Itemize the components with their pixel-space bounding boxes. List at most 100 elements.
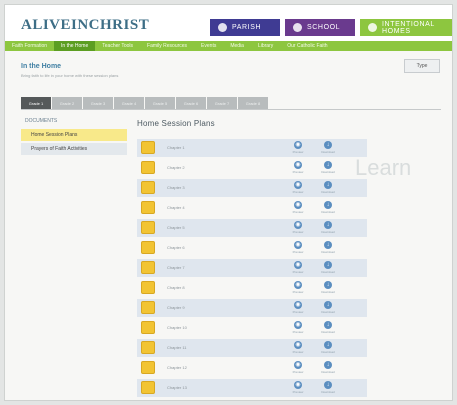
preview-button[interactable]: ◉ Preview — [287, 381, 309, 394]
chapter-label[interactable]: Chapter 7 — [167, 265, 185, 270]
download-button[interactable]: ↓ Download — [317, 301, 339, 314]
tab-grade-5[interactable]: Grade 5 — [145, 97, 175, 109]
chapter-thumbnail[interactable] — [141, 361, 155, 374]
download-button-label: Download — [321, 390, 335, 394]
chapter-thumbnail[interactable] — [141, 281, 155, 294]
nav-school[interactable]: School — [285, 19, 355, 36]
tab-grade-8[interactable]: Grade 8 — [238, 97, 268, 109]
subnav-item[interactable]: Family Resources — [140, 41, 194, 51]
chapter-list: Chapter 1 ◉ Preview ↓ Download Chapter 2 ◉ Prev… — [137, 139, 367, 400]
chapter-label[interactable]: Chapter 3 — [167, 185, 185, 190]
tab-grade-4[interactable]: Grade 4 — [114, 97, 144, 109]
download-button-label: Download — [321, 350, 335, 354]
download-button[interactable]: ↓ Download — [317, 321, 339, 334]
side-item-home-session-plans[interactable]: Home Session Plans — [21, 129, 127, 141]
chapter-label[interactable]: Chapter 2 — [167, 165, 185, 170]
download-button-label: Download — [321, 310, 335, 314]
download-icon: ↓ — [324, 321, 332, 329]
chapter-thumbnail[interactable] — [141, 161, 155, 174]
chapter-label[interactable]: Chapter 8 — [167, 285, 185, 290]
subnav-item[interactable]: Events — [194, 41, 223, 51]
preview-button[interactable]: ◉ Preview — [287, 181, 309, 194]
chapter-thumbnail[interactable] — [141, 181, 155, 194]
chapter-thumbnail[interactable] — [141, 341, 155, 354]
site-logo[interactable]: ALIVEINCHRIST — [21, 17, 149, 34]
subnav-item-active[interactable]: In the Home — [54, 41, 96, 51]
chapter-thumbnail[interactable] — [141, 241, 155, 254]
eye-icon: ◉ — [294, 281, 302, 289]
preview-button-label: Preview — [292, 210, 304, 214]
download-button-label: Download — [321, 230, 335, 234]
side-item-prayers-activities[interactable]: Prayers of Faith Activities — [21, 143, 127, 155]
download-button[interactable]: ↓ Download — [317, 241, 339, 254]
download-button[interactable]: ↓ Download — [317, 361, 339, 374]
nav-parish-label: Parish — [232, 24, 262, 31]
download-button[interactable]: ↓ Download — [317, 161, 339, 174]
preview-button[interactable]: ◉ Preview — [287, 341, 309, 354]
chapter-label[interactable]: Chapter 12 — [167, 365, 187, 370]
type-button[interactable]: Type — [404, 59, 440, 73]
nav-home[interactable]: Intentional Homes — [360, 19, 452, 36]
chapter-row: Chapter 3 ◉ Preview ↓ Download — [137, 179, 367, 197]
preview-button[interactable]: ◉ Preview — [287, 201, 309, 214]
preview-button[interactable]: ◉ Preview — [287, 241, 309, 254]
chapter-label[interactable]: Chapter 9 — [167, 305, 185, 310]
preview-button[interactable]: ◉ Preview — [287, 301, 309, 314]
subnav-item[interactable]: Faith Formation — [5, 41, 54, 51]
chapter-thumbnail[interactable] — [141, 141, 155, 154]
download-button[interactable]: ↓ Download — [317, 221, 339, 234]
chapter-thumbnail[interactable] — [141, 381, 155, 394]
preview-button[interactable]: ◉ Preview — [287, 141, 309, 154]
preview-button[interactable]: ◉ Preview — [287, 321, 309, 334]
chapter-label[interactable]: Chapter 4 — [167, 205, 185, 210]
chapter-row: Chapter 5 ◉ Preview ↓ Download — [137, 219, 367, 237]
page-title: In the Home — [21, 63, 62, 70]
download-icon: ↓ — [324, 301, 332, 309]
download-button[interactable]: ↓ Download — [317, 341, 339, 354]
chapter-thumbnail[interactable] — [141, 321, 155, 334]
eye-icon: ◉ — [294, 301, 302, 309]
eye-icon: ◉ — [294, 361, 302, 369]
download-button[interactable]: ↓ Download — [317, 141, 339, 154]
preview-button[interactable]: ◉ Preview — [287, 281, 309, 294]
chapter-thumbnail[interactable] — [141, 221, 155, 234]
chapter-thumbnail[interactable] — [141, 301, 155, 314]
subnav-item[interactable]: Media — [223, 41, 251, 51]
chapter-thumbnail[interactable] — [141, 201, 155, 214]
eye-icon: ◉ — [294, 181, 302, 189]
download-button[interactable]: ↓ Download — [317, 201, 339, 214]
chapter-label[interactable]: Chapter 10 — [167, 325, 187, 330]
preview-button[interactable]: ◉ Preview — [287, 261, 309, 274]
chapter-row: Chapter 4 ◉ Preview ↓ Download — [137, 199, 367, 217]
chapter-label[interactable]: Chapter 11 — [167, 345, 187, 350]
chapter-label[interactable]: Chapter 5 — [167, 225, 185, 230]
tab-grade-1[interactable]: Grade 1 — [21, 97, 51, 109]
tab-grade-7[interactable]: Grade 7 — [207, 97, 237, 109]
download-button[interactable]: ↓ Download — [317, 381, 339, 394]
chapter-row: Chapter 8 ◉ Preview ↓ Download — [137, 279, 367, 297]
subnav-item[interactable]: Library — [251, 41, 280, 51]
preview-button[interactable]: ◉ Preview — [287, 221, 309, 234]
eye-icon: ◉ — [294, 161, 302, 169]
download-button[interactable]: ↓ Download — [317, 261, 339, 274]
eye-icon: ◉ — [294, 381, 302, 389]
download-button[interactable]: ↓ Download — [317, 181, 339, 194]
preview-button[interactable]: ◉ Preview — [287, 161, 309, 174]
download-button[interactable]: ↓ Download — [317, 281, 339, 294]
tab-grade-2[interactable]: Grade 2 — [52, 97, 82, 109]
preview-button[interactable]: ◉ Preview — [287, 361, 309, 374]
chapter-label[interactable]: Chapter 13 — [167, 385, 187, 390]
page-subtitle: Bring faith to life in your home with th… — [21, 73, 119, 78]
preview-button-label: Preview — [292, 170, 304, 174]
tab-grade-6[interactable]: Grade 6 — [176, 97, 206, 109]
preview-button-label: Preview — [292, 190, 304, 194]
subnav-item[interactable]: Our Catholic Faith — [280, 41, 334, 51]
subnav-item[interactable]: Teacher Tools — [95, 41, 140, 51]
chapter-thumbnail[interactable] — [141, 261, 155, 274]
chapter-label[interactable]: Chapter 1 — [167, 145, 185, 150]
tab-grade-3[interactable]: Grade 3 — [83, 97, 113, 109]
chapter-label[interactable]: Chapter 6 — [167, 245, 185, 250]
nav-parish[interactable]: Parish — [210, 19, 280, 36]
eye-icon: ◉ — [294, 261, 302, 269]
side-heading: Documents — [25, 118, 58, 124]
